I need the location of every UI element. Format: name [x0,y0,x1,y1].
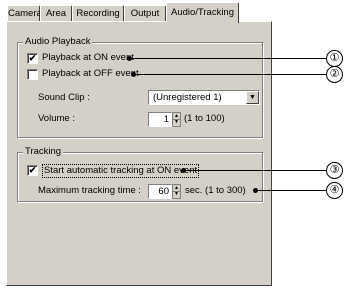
max-tracking-time-value: 60 [158,186,169,197]
tracking-title: Tracking [23,146,64,158]
max-tracking-time-label: Maximum tracking time : [38,185,141,196]
chevron-down-icon[interactable]: ▼ [246,91,259,104]
playback-on-event-label: Playback at ON event [42,52,134,63]
playback-on-event-checkbox[interactable]: ✔ [27,53,38,64]
down-arrow-icon[interactable]: ▼ [173,191,180,197]
sound-clip-value: (Unregistered 1) [153,92,222,103]
callout-2-line [134,74,326,75]
callout-1-line [130,58,326,59]
auto-tracking-checkbox[interactable]: ✔ [27,165,38,176]
volume-range: (1 to 100) [184,113,225,124]
tab-recording[interactable]: Recording [72,5,124,21]
max-tracking-time-input[interactable]: 60 [148,184,172,199]
callout-2-marker: ② [326,66,343,83]
sound-clip-label: Sound Clip : [38,92,90,103]
tab-audio-tracking[interactable]: Audio/Tracking [166,2,239,23]
volume-label: Volume : [38,113,75,124]
auto-tracking-label: Start automatic tracking at ON event [42,164,200,178]
tab-output[interactable]: Output [124,5,166,21]
callout-4-marker: ④ [326,182,343,199]
down-arrow-icon[interactable]: ▼ [173,119,180,125]
playback-off-event-label: Playback at OFF event [42,68,139,79]
tab-area[interactable]: Area [40,5,72,21]
sound-clip-select[interactable]: (Unregistered 1) ▼ [148,90,260,105]
volume-spinner[interactable]: ▲ ▼ [172,112,181,127]
volume-value: 1 [163,114,169,125]
callout-4-line [256,190,326,191]
callout-1-marker: ① [326,50,343,67]
audio-playback-title: Audio Playback [23,36,93,48]
callout-3-marker: ③ [326,162,343,179]
playback-off-event-checkbox[interactable] [27,69,38,80]
volume-input[interactable]: 1 [148,112,172,127]
tab-camera[interactable]: Camera [7,5,42,21]
max-tracking-time-unit: sec. (1 to 300) [185,185,246,196]
max-tracking-time-spinner[interactable]: ▲ ▼ [172,184,181,199]
callout-3-line [184,170,326,171]
